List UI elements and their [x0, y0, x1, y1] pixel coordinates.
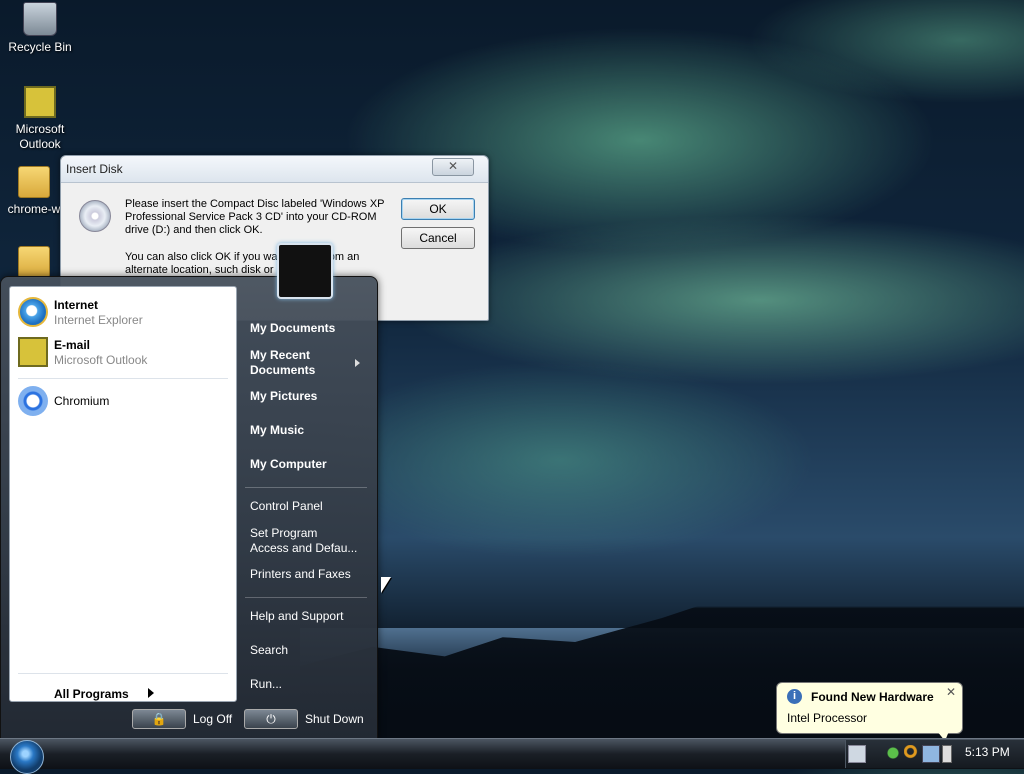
- pinned-item-internet[interactable]: Internet Internet Explorer: [18, 295, 228, 329]
- menu-search[interactable]: Search: [250, 643, 288, 658]
- start-menu: Internet Internet Explorer E-mail Micros…: [0, 276, 378, 740]
- desktop-icon-label: Recycle Bin: [8, 40, 72, 54]
- taskbar-clock[interactable]: 5:13 PM: [965, 745, 1010, 759]
- menu-control-panel[interactable]: Control Panel: [250, 499, 323, 514]
- notification-text: Intel Processor: [787, 711, 868, 725]
- internet-explorer-icon: [18, 297, 48, 327]
- log-off-button[interactable]: 🔒: [132, 709, 186, 729]
- outlook-icon: [24, 86, 56, 118]
- outlook-icon: [18, 337, 48, 367]
- network-icon[interactable]: [885, 745, 901, 761]
- search-icon[interactable]: [904, 745, 920, 761]
- lock-icon: 🔒: [151, 712, 167, 726]
- info-icon: i: [787, 689, 802, 704]
- notification-close-button[interactable]: ✕: [946, 685, 956, 699]
- menu-separator: [245, 597, 367, 598]
- pinned-item-email[interactable]: E-mail Microsoft Outlook: [18, 335, 228, 369]
- chromium-icon: [18, 386, 48, 416]
- cd-drive-icon: [79, 200, 111, 232]
- desktop-icon-label: Microsoft Outlook: [15, 122, 65, 151]
- recent-item-chromium[interactable]: Chromium: [18, 384, 228, 418]
- user-picture[interactable]: [277, 243, 333, 299]
- cancel-button[interactable]: Cancel: [401, 227, 475, 249]
- notification-balloon[interactable]: i Found New Hardware ✕ Intel Processor: [776, 682, 963, 741]
- pinned-item-title: E-mail: [54, 338, 91, 352]
- menu-printers-faxes[interactable]: Printers and Faxes: [250, 567, 351, 582]
- dialog-close-button[interactable]: ✕: [432, 158, 474, 176]
- menu-separator: [245, 487, 367, 488]
- menu-separator: [18, 673, 228, 674]
- recycle-bin-icon: [23, 2, 57, 36]
- monitor-icon[interactable]: [922, 745, 940, 763]
- menu-my-pictures[interactable]: My Pictures: [250, 389, 317, 404]
- folder-icon: [18, 246, 50, 278]
- start-menu-programs-pane: Internet Internet Explorer E-mail Micros…: [9, 286, 237, 702]
- dialog-message-secondary: You can also click OK if you wan copied …: [125, 251, 360, 276]
- keyboard-icon[interactable]: [848, 745, 866, 763]
- pinned-item-subtitle: Internet Explorer: [54, 313, 143, 327]
- dialog-titlebar[interactable]: Insert Disk ✕: [61, 156, 488, 183]
- pinned-item-subtitle: Microsoft Outlook: [54, 353, 148, 367]
- all-programs-button[interactable]: All Programs: [54, 687, 129, 701]
- menu-my-music[interactable]: My Music: [250, 423, 304, 438]
- start-button[interactable]: [10, 740, 44, 774]
- power-icon: ⏻: [266, 712, 276, 726]
- shut-down-label[interactable]: Shut Down: [305, 712, 364, 726]
- notification-title: Found New Hardware: [811, 690, 934, 704]
- safely-remove-icon[interactable]: [942, 745, 952, 763]
- menu-help-support[interactable]: Help and Support: [250, 609, 343, 624]
- folder-icon: [18, 166, 50, 198]
- menu-my-computer[interactable]: My Computer: [250, 457, 327, 472]
- menu-run[interactable]: Run...: [250, 677, 282, 692]
- menu-my-documents[interactable]: My Documents: [250, 321, 335, 336]
- dialog-message: Please insert the Compact Disc labeled '…: [125, 198, 385, 236]
- desktop-icon-outlook[interactable]: Microsoft Outlook: [2, 86, 78, 152]
- dialog-title: Insert Disk: [66, 162, 123, 176]
- menu-separator: [18, 378, 228, 379]
- pinned-item-title: Internet: [54, 298, 99, 312]
- chevron-right-icon: [355, 359, 360, 367]
- recent-item-title: Chromium: [54, 394, 110, 408]
- desktop-icon-recycle-bin[interactable]: Recycle Bin: [2, 2, 78, 55]
- mouse-cursor-icon: [381, 577, 391, 593]
- menu-set-program-access[interactable]: Set Program Access and Defau...: [250, 526, 358, 556]
- ok-button[interactable]: OK: [401, 198, 475, 220]
- menu-my-recent-documents[interactable]: My Recent Documents: [250, 348, 340, 378]
- chevron-right-icon: [148, 688, 154, 698]
- shut-down-button[interactable]: ⏻: [244, 709, 298, 729]
- log-off-label[interactable]: Log Off: [193, 712, 232, 726]
